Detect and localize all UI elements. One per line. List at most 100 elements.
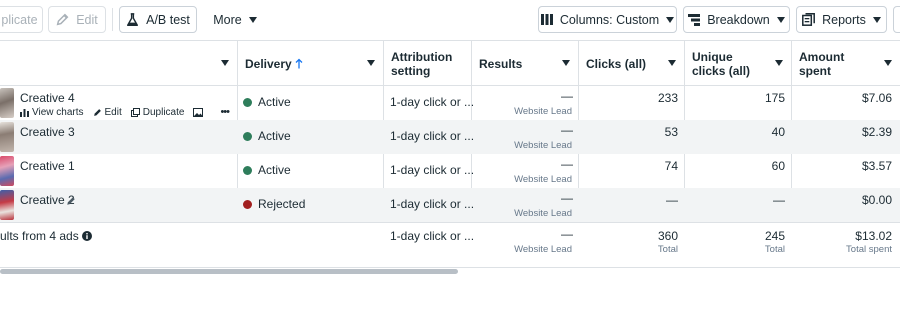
duplicate-label: plicate: [1, 12, 38, 27]
duplicate-button[interactable]: plicate: [0, 6, 43, 33]
sort-ascending-icon: [295, 58, 303, 69]
reports-dropdown[interactable]: Reports: [796, 6, 887, 33]
breakdown-dropdown[interactable]: Breakdown: [683, 6, 790, 33]
edit-button[interactable]: Edit: [48, 6, 106, 33]
unique-clicks-value: 175: [764, 91, 785, 105]
column-header-unique-clicks[interactable]: Unique clicks (all): [685, 41, 791, 86]
totals-amount-spent: $13.02: [855, 229, 892, 243]
breakdown-label: Breakdown: [707, 12, 770, 27]
breakdown-icon: [688, 13, 701, 26]
totals-results-type: Website Lead: [514, 244, 572, 255]
pencil-icon: [56, 13, 69, 26]
pencil-icon: [93, 108, 101, 116]
totals-label-wrap: ults from 4 ads: [0, 229, 92, 243]
delivery-status: Active: [258, 95, 291, 109]
status-dot-rejected: [243, 200, 252, 209]
chevron-down-icon: [884, 60, 892, 66]
clicks-header-label: Clicks (all): [586, 56, 647, 71]
toolbar: plicate Edit A/B test More Columns: Cust…: [0, 0, 900, 40]
more-options-icon[interactable]: •••: [220, 106, 230, 118]
totals-unique-clicks-sub: Total: [764, 244, 785, 255]
duplicate-icon: [130, 107, 140, 117]
ad-name[interactable]: Creative 4: [20, 91, 75, 105]
delivery-status: Rejected: [258, 197, 306, 211]
unique-clicks-header-label: Unique clicks (all): [692, 49, 751, 78]
columns-dropdown[interactable]: Columns: Custom: [538, 6, 677, 33]
table-row[interactable]: Creative 2 Rejected 1-day click or ... —…: [0, 188, 900, 222]
toolbar-button-partial[interactable]: [893, 6, 900, 33]
totals-amount-spent-sub: Total spent: [846, 244, 892, 255]
column-header-clicks[interactable]: Clicks (all): [579, 41, 684, 86]
attribution-value: 1-day click or ...: [390, 197, 475, 211]
ad-name[interactable]: Creative 1: [20, 159, 75, 173]
delivery-header-label: Delivery: [245, 56, 292, 71]
ab-test-label: A/B test: [146, 12, 190, 27]
image-preview-icon: [193, 107, 204, 117]
totals-results: —: [561, 227, 573, 241]
ad-name[interactable]: Creative 3: [20, 125, 75, 139]
results-value: —: [561, 89, 573, 103]
amount-spent-value: $2.39: [861, 125, 892, 139]
totals-label: ults from 4 ads: [0, 229, 79, 243]
chevron-down-icon: [221, 60, 229, 66]
chevron-down-icon: [872, 16, 881, 23]
chevron-down-icon: [666, 16, 675, 23]
table-header: Delivery Attribution setting Results Cli…: [0, 40, 900, 86]
table-row[interactable]: Creative 3 Active 1-day click or ... — W…: [0, 120, 900, 154]
results-value: —: [561, 191, 573, 205]
unique-clicks-value: 40: [771, 125, 785, 139]
column-header-results[interactable]: Results: [472, 41, 578, 86]
results-value: —: [561, 157, 573, 171]
view-charts-label: View charts: [32, 106, 84, 118]
ab-test-button[interactable]: A/B test: [119, 6, 197, 33]
reports-icon: [802, 13, 816, 26]
info-icon[interactable]: [81, 231, 92, 241]
results-value: —: [561, 123, 573, 137]
results-type: Website Lead: [514, 140, 572, 151]
ad-thumbnail: [0, 156, 14, 186]
toolbar-divider: [112, 8, 113, 31]
bar-chart-icon: [20, 108, 29, 117]
clicks-value: 53: [664, 125, 678, 139]
totals-row: ults from 4 ads 1-day click or ... — Web…: [0, 222, 900, 268]
totals-attribution: 1-day click or ...: [390, 229, 475, 243]
unique-clicks-value: —: [773, 193, 785, 207]
amount-spent-header-label: Amount spent: [799, 49, 845, 78]
attribution-value: 1-day click or ...: [390, 129, 475, 143]
table-row[interactable]: Creative 1 Active 1-day click or ... — W…: [0, 154, 900, 188]
table-row[interactable]: Creative 4 View charts Edit Duplicate ••…: [0, 86, 900, 120]
row-duplicate-label: Duplicate: [142, 106, 185, 118]
chevron-down-icon: [668, 60, 676, 66]
column-header-name[interactable]: [0, 41, 237, 86]
chevron-down-icon: [562, 60, 570, 66]
edit-label: Edit: [76, 12, 98, 27]
results-type: Website Lead: [514, 174, 572, 185]
ad-thumbnail: [0, 122, 14, 152]
column-header-attribution[interactable]: Attribution setting: [384, 41, 471, 86]
column-header-delivery[interactable]: Delivery: [238, 41, 383, 86]
results-type: Website Lead: [514, 106, 572, 117]
row-edit-label: Edit: [104, 106, 122, 118]
horizontal-scrollbar[interactable]: [0, 269, 458, 274]
attribution-value: 1-day click or ...: [390, 95, 475, 109]
reports-label: Reports: [822, 12, 866, 27]
flask-icon: [126, 12, 139, 27]
view-charts-link[interactable]: View charts: [20, 107, 84, 118]
clicks-value: —: [666, 193, 678, 207]
column-header-amount-spent[interactable]: Amount spent: [792, 41, 900, 86]
row-edit-link[interactable]: Edit: [93, 107, 122, 118]
results-type: Website Lead: [514, 208, 572, 219]
row-actions: View charts Edit Duplicate •••: [20, 106, 230, 118]
chevron-down-icon: [776, 16, 785, 23]
columns-icon: [540, 14, 553, 25]
ad-thumbnail: [0, 88, 14, 118]
row-duplicate-link[interactable]: Duplicate: [130, 106, 185, 118]
preview-link[interactable]: [193, 107, 204, 117]
delivery-status: Active: [258, 129, 291, 143]
unique-clicks-value: 60: [771, 159, 785, 173]
rename-pencil-icon[interactable]: [66, 195, 76, 209]
more-dropdown[interactable]: More: [204, 6, 266, 33]
ad-thumbnail: [0, 190, 14, 220]
columns-label: Columns: Custom: [559, 12, 660, 27]
chevron-down-icon: [775, 60, 783, 66]
